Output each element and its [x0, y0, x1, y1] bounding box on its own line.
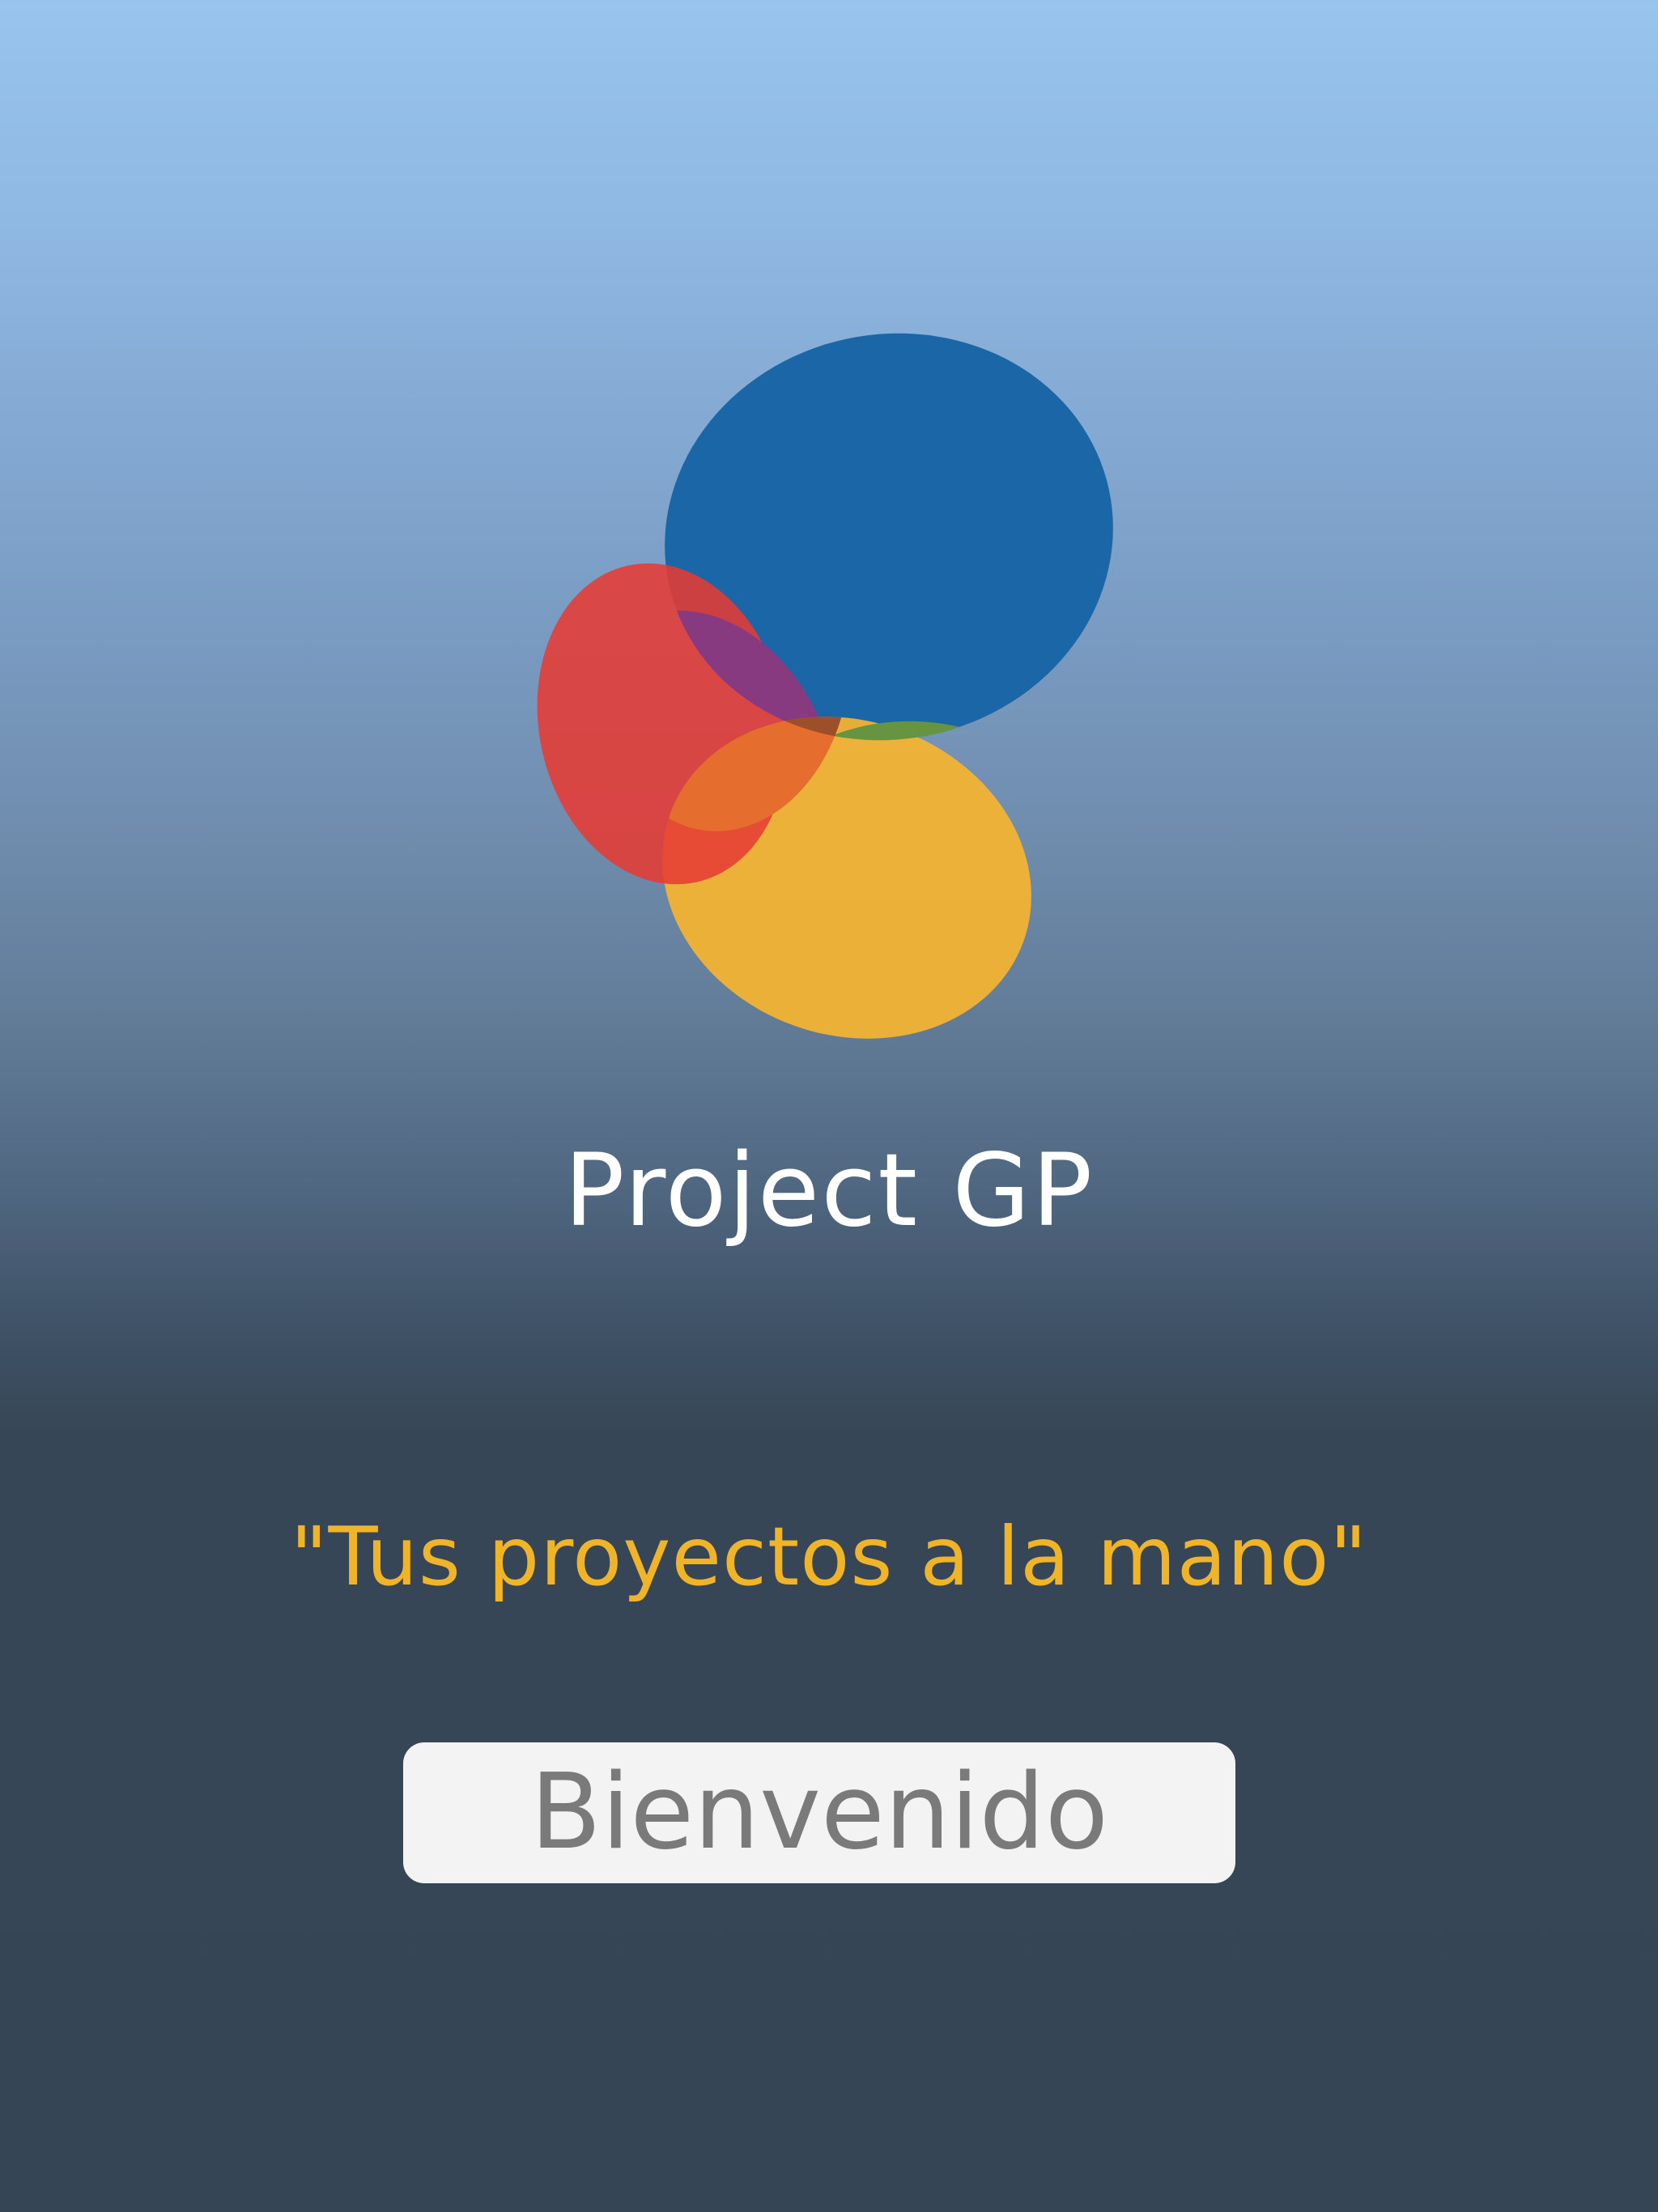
app-tagline: "Tus proyectos a la mano": [290, 1509, 1368, 1604]
app-name: Project GP: [563, 1133, 1095, 1249]
welcome-button[interactable]: Bienvenido: [403, 1742, 1235, 1883]
app-logo-icon: [518, 332, 1133, 1077]
